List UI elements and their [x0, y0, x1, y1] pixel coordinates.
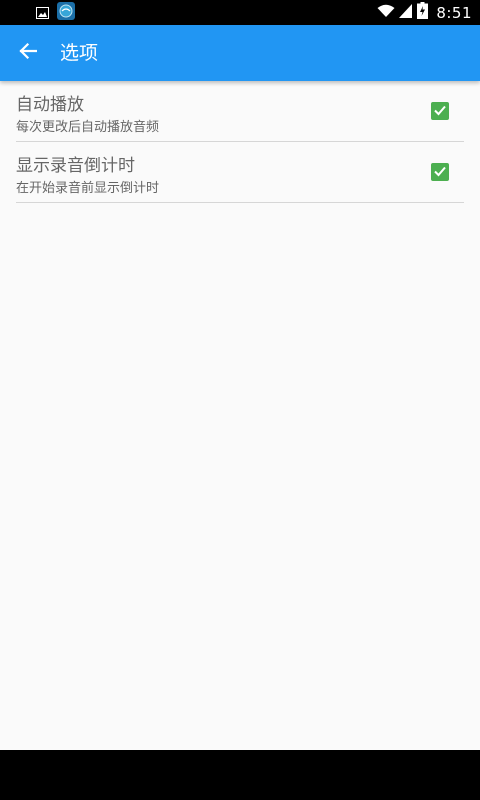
system-icons: 8:51: [377, 2, 472, 23]
app-notification-icon: [57, 2, 75, 24]
checkmark-icon: [433, 102, 447, 121]
setting-title: 自动播放: [16, 95, 84, 115]
setting-recording-countdown[interactable]: 显示录音倒计时 在开始录音前显示倒计时: [16, 142, 464, 203]
notification-icons: [36, 2, 75, 24]
navigation-bar: [0, 750, 480, 800]
setting-title: 显示录音倒计时: [16, 156, 135, 176]
image-notification-icon: [36, 4, 49, 23]
page-title: 选项: [60, 42, 99, 64]
settings-list: 自动播放 每次更改后自动播放音频 显示录音倒计时 在开始录音前显示倒计时: [16, 81, 464, 203]
setting-summary: 在开始录音前显示倒计时: [16, 181, 160, 196]
back-button[interactable]: [4, 29, 52, 77]
autoplay-checkbox[interactable]: [431, 102, 449, 120]
arrow-left-icon: [19, 42, 38, 64]
setting-summary: 每次更改后自动播放音频: [16, 120, 160, 135]
battery-charging-icon: [417, 2, 429, 23]
app-bar: 选项: [0, 25, 480, 81]
checkmark-icon: [433, 163, 447, 182]
status-time: 8:51: [436, 3, 472, 22]
setting-autoplay[interactable]: 自动播放 每次更改后自动播放音频: [16, 81, 464, 142]
signal-icon: [399, 3, 413, 22]
wifi-icon: [377, 3, 395, 22]
status-bar: 8:51: [0, 0, 480, 25]
countdown-checkbox[interactable]: [431, 163, 449, 181]
